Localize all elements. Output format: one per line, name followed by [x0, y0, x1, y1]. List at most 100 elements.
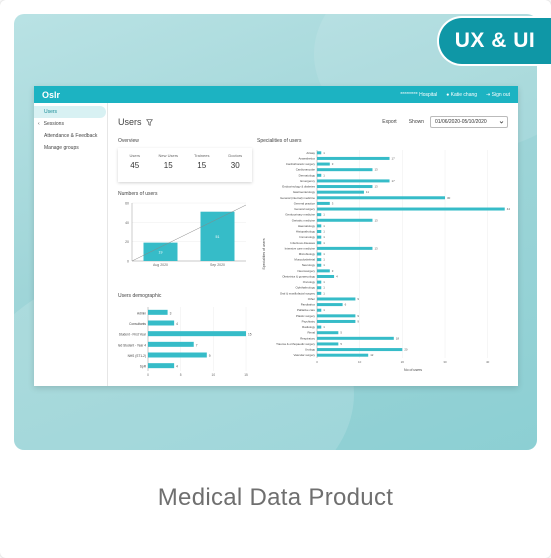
data-label: 3 — [332, 162, 334, 166]
data-label: 1 — [323, 230, 325, 234]
date-range-value: 01/06/2020-05/10/2020 — [435, 119, 487, 125]
y-tick-label: NHS (ST1-2) — [128, 354, 146, 358]
overview-stats: Users 45 New Users 15 Trainees 15 Doctors 30 — [118, 148, 252, 182]
sidebar-item-label: Users — [44, 109, 58, 115]
data-label: 1 — [323, 263, 325, 267]
bar — [317, 308, 322, 312]
chevron-left-icon: ‹ — [38, 121, 40, 127]
bar — [317, 224, 322, 228]
data-label: 1 — [323, 291, 325, 295]
x-axis-label: No of users — [404, 368, 422, 372]
data-label: 13 — [374, 168, 378, 172]
bar — [317, 162, 330, 166]
bar — [148, 352, 207, 358]
sidebar-item-attendance[interactable]: Attendance & Feedback — [34, 130, 107, 142]
data-label: 1 — [323, 286, 325, 290]
shown-label: Shown — [408, 119, 424, 125]
data-label: 3 — [332, 269, 334, 273]
stat-value: 15 — [197, 161, 207, 170]
bar — [317, 156, 390, 160]
sidebar-item-label: Sessions — [43, 121, 64, 127]
y-tick-label: Histopathology — [296, 230, 316, 234]
sidebar-item-label: Manage groups — [44, 145, 79, 151]
y-tick-label: Med Student - Year 4 — [118, 343, 146, 347]
y-tick-label: Palliative care — [297, 308, 315, 312]
y-tick-label: Anaesthetics — [298, 156, 315, 160]
y-tick-label: Neurosurgery — [297, 269, 315, 273]
y-tick-label: Vascular surgery — [294, 353, 316, 357]
data-label: 4 — [176, 322, 178, 326]
stat-label: New Users — [158, 153, 179, 158]
tick-label: 30 — [443, 360, 447, 364]
y-tick-label: Obstetrics & gynaecology — [282, 274, 315, 278]
bar — [317, 286, 322, 290]
bar — [317, 348, 403, 352]
date-range-select[interactable]: 01/06/2020-05/10/2020 — [430, 116, 508, 128]
main-content: Users Export Shown 01/06/2020-05/10/2020… — [114, 103, 518, 386]
y-tick-label: Radiology — [302, 325, 315, 329]
user-menu[interactable]: ● Katie chang — [446, 92, 477, 98]
sidebar-item-users[interactable]: Users — [34, 106, 106, 118]
bar — [317, 314, 356, 318]
bar — [317, 263, 322, 267]
sidebar-item-manage-groups[interactable]: Manage groups — [34, 142, 107, 154]
tick-label: 0 — [316, 360, 318, 364]
data-label: 11 — [366, 190, 369, 194]
y-tick-label: Infectious diseases — [290, 241, 315, 245]
data-label: 1 — [323, 235, 325, 239]
filter-icon[interactable] — [145, 118, 153, 126]
y-tick-label: Haematology — [298, 224, 316, 228]
y-tick-label: Airway — [306, 151, 315, 155]
stat-value: 15 — [163, 161, 173, 170]
y-tick-label: SpR — [140, 365, 147, 369]
tick-label: 20 — [125, 240, 129, 244]
y-tick-label: Intensive care medicine — [285, 246, 316, 250]
specialities-panel: Specialities of users 0 10 20 30 40 1 Airway 17… — [257, 138, 517, 386]
y-tick-label: Trauma & orthopaedic surgery — [276, 342, 315, 346]
data-label: 1 — [323, 325, 325, 329]
x-tick-label: Sep 2020 — [210, 263, 225, 267]
y-tick-label: Ophthalmology — [296, 286, 316, 290]
app-logo: Oslr — [42, 89, 61, 100]
bar — [317, 297, 356, 301]
y-tick-label: Paediatrics — [301, 303, 316, 307]
stat-value: 30 — [230, 161, 240, 170]
tick-label: 0 — [147, 373, 149, 377]
stat-new-users: New Users 15 — [152, 148, 186, 182]
data-label: 13 — [374, 246, 378, 250]
y-tick-label: Med Student - First Year — [118, 333, 147, 337]
data-label: 9 — [357, 314, 359, 318]
sidebar-item-label: Attendance & Feedback — [44, 133, 98, 139]
bar — [317, 173, 322, 177]
y-tick-label: Respiratory — [300, 336, 315, 340]
bar — [148, 363, 175, 369]
data-label: 44 — [507, 207, 511, 211]
data-label: 1 — [323, 258, 325, 262]
product-card[interactable]: UX & UI Oslr ********* Hospital ● Katie … — [0, 0, 551, 558]
specialities-title: Specialities of users — [257, 138, 302, 144]
y-tick-label: General (internal) medicine — [280, 196, 315, 200]
chevron-down-icon — [499, 120, 504, 124]
data-label: 7 — [196, 343, 198, 347]
data-label: 30 — [447, 196, 451, 200]
bar — [317, 342, 339, 346]
data-label: 4 — [336, 274, 338, 278]
data-label: 1 — [323, 280, 325, 284]
data-label: 1 — [323, 173, 325, 177]
y-tick-label: Cardiothoracic surgery — [286, 162, 316, 166]
app-window: Oslr ********* Hospital ● Katie chang ⇥ … — [34, 86, 518, 386]
signout-button[interactable]: ⇥ Sign out — [486, 92, 510, 98]
data-label: 18 — [396, 336, 400, 340]
y-tick-label: Neurology — [302, 263, 316, 267]
tick-label: 40 — [125, 221, 129, 225]
data-label: 4 — [176, 365, 178, 369]
y-tick-label: Other — [308, 297, 315, 301]
y-tick-label: Geriatric medicine — [292, 218, 316, 222]
export-button[interactable]: Export — [382, 119, 396, 125]
sidebar-item-sessions[interactable]: ‹ Sessions — [34, 118, 107, 130]
product-title[interactable]: Medical Data Product — [0, 484, 551, 512]
y-tick-label: Renal — [307, 331, 315, 335]
bar — [148, 320, 175, 326]
bar — [317, 241, 322, 245]
y-tick-label: Musculoskeletal — [294, 258, 315, 262]
